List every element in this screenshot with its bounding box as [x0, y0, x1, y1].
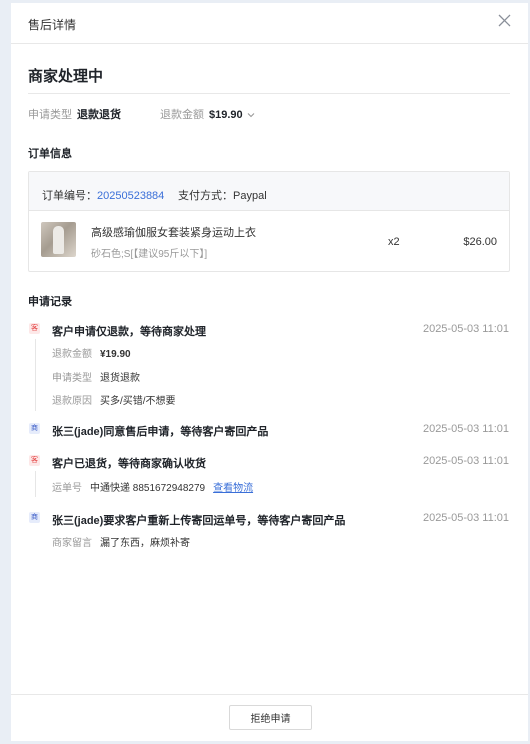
- view-logistics-link[interactable]: 查看物流: [213, 483, 253, 494]
- detail-row: 申请类型 退货退款: [52, 369, 140, 384]
- after-sales-dialog: 售后详情 商家处理中 申请类型 退款退货 退款金额 $19.90 订单信息 订单编号…: [11, 3, 528, 741]
- timeline-line: [35, 339, 36, 411]
- divider: [28, 93, 510, 94]
- status-title: 商家处理中: [28, 68, 104, 85]
- payment-label: 支付方式：: [178, 190, 233, 202]
- payment-method: 支付方式：Paypal: [178, 187, 267, 203]
- order-number-value[interactable]: 20250523884: [97, 190, 164, 202]
- record-title: 张三(jade)同意售后申请，等待客户寄回产品: [52, 426, 269, 438]
- detail-value: 中通快递 8851672948279: [90, 483, 206, 494]
- detail-key: 申请类型: [52, 373, 92, 384]
- detail-key: 退款金额: [52, 349, 92, 360]
- merchant-badge: 商: [29, 512, 40, 523]
- order-card: 订单编号：20250523884 支付方式：Paypal 高级感瑜伽服女套装紧身…: [28, 171, 510, 272]
- chevron-down-icon[interactable]: [247, 109, 255, 121]
- product-quantity: x2: [388, 236, 400, 248]
- dialog-title: 售后详情: [28, 18, 77, 32]
- close-icon[interactable]: [498, 14, 512, 28]
- detail-value: 退货退款: [100, 373, 140, 384]
- type-label: 申请类型: [28, 109, 72, 121]
- product-name: 高级感瑜伽服女套装紧身运动上衣: [91, 227, 256, 239]
- detail-key: 运单号: [52, 483, 82, 494]
- record-title: 客户已退货，等待商家确认收货: [52, 458, 206, 470]
- order-number-label: 订单编号：: [42, 190, 97, 202]
- detail-key: 商家留言: [52, 538, 92, 549]
- product-thumbnail[interactable]: [41, 222, 76, 257]
- detail-row: 运单号 中通快递 8851672948279 查看物流: [52, 479, 253, 494]
- dialog-header: 售后详情: [11, 3, 528, 44]
- detail-row: 商家留言 漏了东西，麻烦补寄: [52, 534, 190, 549]
- product-price: $26.00: [463, 236, 497, 248]
- record-title: 客户申请仅退款，等待商家处理: [52, 326, 206, 338]
- records-section-title: 申请记录: [28, 296, 72, 308]
- amount-label: 退款金额: [160, 109, 204, 121]
- request-meta: 申请类型 退款退货 退款金额 $19.90: [28, 106, 255, 122]
- customer-badge: 客: [29, 455, 40, 466]
- timeline-line: [35, 471, 36, 497]
- dialog-footer: 拒绝申请: [11, 694, 528, 741]
- merchant-badge: 商: [29, 423, 40, 434]
- detail-row: 退款原因 买多/买错/不想要: [52, 392, 176, 407]
- record-time: 2025-05-03 11:01: [422, 323, 509, 335]
- customer-badge: 客: [29, 323, 40, 334]
- record-time: 2025-05-03 11:01: [422, 455, 509, 467]
- record-time: 2025-05-03 11:01: [422, 423, 509, 435]
- record-time: 2025-05-03 11:01: [422, 512, 509, 524]
- product-sku: 砂石色;S[【建议95斤以下】]: [91, 249, 208, 260]
- order-section-title: 订单信息: [28, 148, 72, 160]
- detail-value: ¥19.90: [100, 349, 131, 360]
- reject-request-button[interactable]: 拒绝申请: [229, 705, 312, 730]
- detail-row: 退款金额 ¥19.90: [52, 345, 131, 360]
- record-title: 张三(jade)要求客户重新上传寄回运单号，等待客户寄回产品: [52, 515, 346, 527]
- detail-key: 退款原因: [52, 396, 92, 407]
- type-value: 退款退货: [77, 109, 121, 121]
- amount-group[interactable]: 退款金额 $19.90: [160, 106, 255, 122]
- amount-value: $19.90: [209, 109, 243, 121]
- payment-value: Paypal: [233, 190, 267, 202]
- detail-value: 买多/买错/不想要: [100, 396, 176, 407]
- product-row: 高级感瑜伽服女套装紧身运动上衣 砂石色;S[【建议95斤以下】] x2 $26.…: [29, 211, 509, 271]
- detail-value: 漏了东西，麻烦补寄: [100, 538, 190, 549]
- order-number: 订单编号：20250523884: [42, 187, 164, 203]
- order-head: 订单编号：20250523884 支付方式：Paypal: [29, 172, 509, 211]
